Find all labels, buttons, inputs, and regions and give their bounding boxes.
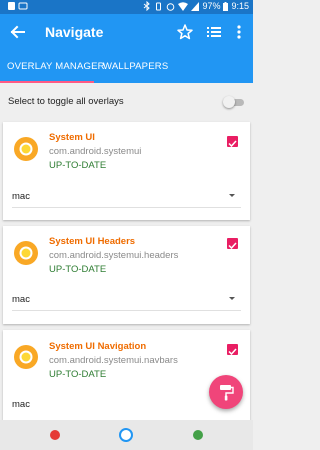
android-oreo-icon <box>14 241 38 265</box>
overlay-name: System UI <box>49 132 95 143</box>
overlay-checkbox[interactable] <box>227 238 238 250</box>
tab-wallpapers[interactable]: WALLPAPERS <box>103 51 168 83</box>
paint-roller-icon <box>220 385 234 401</box>
list-icon[interactable] <box>205 23 223 41</box>
app-bar: Navigate <box>0 14 253 51</box>
notification-icons <box>8 1 32 13</box>
toggle-all-row[interactable]: Select to toggle all overlays <box>0 83 253 121</box>
notification-icon <box>8 2 28 10</box>
alarm-icon <box>167 2 175 11</box>
overlay-checkbox[interactable] <box>227 136 238 148</box>
wifi-icon <box>178 1 189 11</box>
chevron-down-icon[interactable] <box>229 194 235 197</box>
more-vert-icon[interactable] <box>230 23 248 41</box>
back-nav-icon[interactable] <box>50 430 60 440</box>
toggle-all-switch[interactable] <box>223 96 244 108</box>
chevron-down-icon[interactable] <box>229 297 235 300</box>
overlay-status: UP-TO-DATE <box>49 160 107 171</box>
overlay-package: com.android.systemui.headers <box>49 250 179 261</box>
clock: 9:15 <box>231 1 249 11</box>
recents-nav-icon[interactable] <box>193 430 203 440</box>
signal-icon <box>191 1 200 11</box>
toggle-all-label: Select to toggle all overlays <box>8 96 124 107</box>
android-oreo-icon <box>14 137 38 161</box>
overlay-name: System UI Navigation <box>49 341 147 352</box>
check-icon <box>228 242 237 250</box>
check-icon <box>228 140 237 148</box>
switch-thumb <box>223 96 235 108</box>
variant-select-value[interactable]: mac <box>12 191 30 202</box>
page-title: Navigate <box>45 24 104 40</box>
battery-icon <box>223 1 229 11</box>
overlay-package: com.android.systemui.navbars <box>49 355 178 366</box>
variant-select-value[interactable]: mac <box>12 294 30 305</box>
tab-bar: OVERLAY MANAGER WALLPAPERS <box>0 51 253 83</box>
bluetooth-icon <box>144 1 151 11</box>
overlay-name: System UI Headers <box>49 236 136 247</box>
status-bar: 97% 9:15 <box>0 0 253 14</box>
check-icon <box>228 348 237 356</box>
battery-percent: 97% <box>202 1 221 11</box>
overlay-status: UP-TO-DATE <box>49 369 107 380</box>
select-underline <box>12 207 241 208</box>
overlay-card[interactable]: System UI com.android.systemui UP-TO-DAT… <box>3 122 250 220</box>
overlay-package: com.android.systemui <box>49 146 142 157</box>
back-arrow-icon[interactable] <box>8 22 28 42</box>
home-nav-icon[interactable] <box>119 428 133 442</box>
select-underline <box>12 310 241 311</box>
overlay-card[interactable]: System UI Headers com.android.systemui.h… <box>3 226 250 324</box>
vibrate-icon <box>156 2 162 10</box>
android-oreo-icon <box>14 345 38 369</box>
system-nav-bar <box>0 420 253 450</box>
star-icon[interactable] <box>176 23 194 41</box>
variant-select-value[interactable]: mac <box>12 399 30 410</box>
tab-overlay-manager[interactable]: OVERLAY MANAGER <box>7 51 105 83</box>
overlay-checkbox[interactable] <box>227 344 238 356</box>
apply-fab[interactable] <box>209 375 243 409</box>
overlay-status: UP-TO-DATE <box>49 264 107 275</box>
